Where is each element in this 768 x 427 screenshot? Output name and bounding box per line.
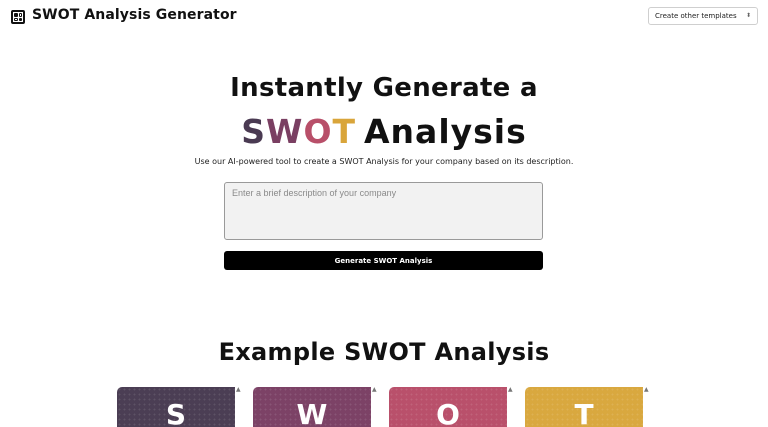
hero-subtitle: Use our AI-powered tool to create a SWOT… <box>194 157 574 166</box>
hero-letter-s: S <box>241 112 267 151</box>
card-letter: W <box>296 398 328 427</box>
example-card-weaknesses[interactable]: W <box>253 387 371 427</box>
hero-letter-o: O <box>303 112 333 151</box>
hero-word-analysis: Analysis <box>364 112 527 151</box>
card-letter: S <box>165 398 187 427</box>
grid-logo-icon[interactable] <box>11 10 25 24</box>
scroll-up-arrow-icon[interactable]: ▲ <box>236 387 242 393</box>
example-card-threats[interactable]: T <box>525 387 643 427</box>
hero-swot-heading: SWOT Analysis <box>0 112 768 151</box>
generate-swot-button[interactable]: Generate SWOT Analysis <box>224 251 543 270</box>
card-letter: O <box>436 398 460 427</box>
scroll-up-arrow-icon[interactable]: ▲ <box>508 387 514 393</box>
examples-title: Example SWOT Analysis <box>218 338 550 366</box>
scroll-up-arrow-icon[interactable]: ▲ <box>372 387 378 393</box>
hero-heading: Instantly Generate a <box>230 73 538 103</box>
example-card-strengths[interactable]: S <box>117 387 235 427</box>
create-templates-select[interactable]: Create other templates ⬍ <box>648 7 758 25</box>
scroll-up-arrow-icon[interactable]: ▲ <box>644 387 650 393</box>
select-arrows-icon: ⬍ <box>745 12 751 19</box>
app-title[interactable]: SWOT Analysis Generator <box>32 7 237 23</box>
card-letter: T <box>574 398 594 427</box>
hero-letter-t: T <box>332 112 357 151</box>
top-header: SWOT Analysis Generator Create other tem… <box>0 0 768 36</box>
example-card-opportunities[interactable]: O <box>389 387 507 427</box>
hero-letter-w: W <box>266 112 304 151</box>
template-select-value: Create other templates <box>655 12 737 20</box>
company-description-input[interactable] <box>224 182 543 240</box>
